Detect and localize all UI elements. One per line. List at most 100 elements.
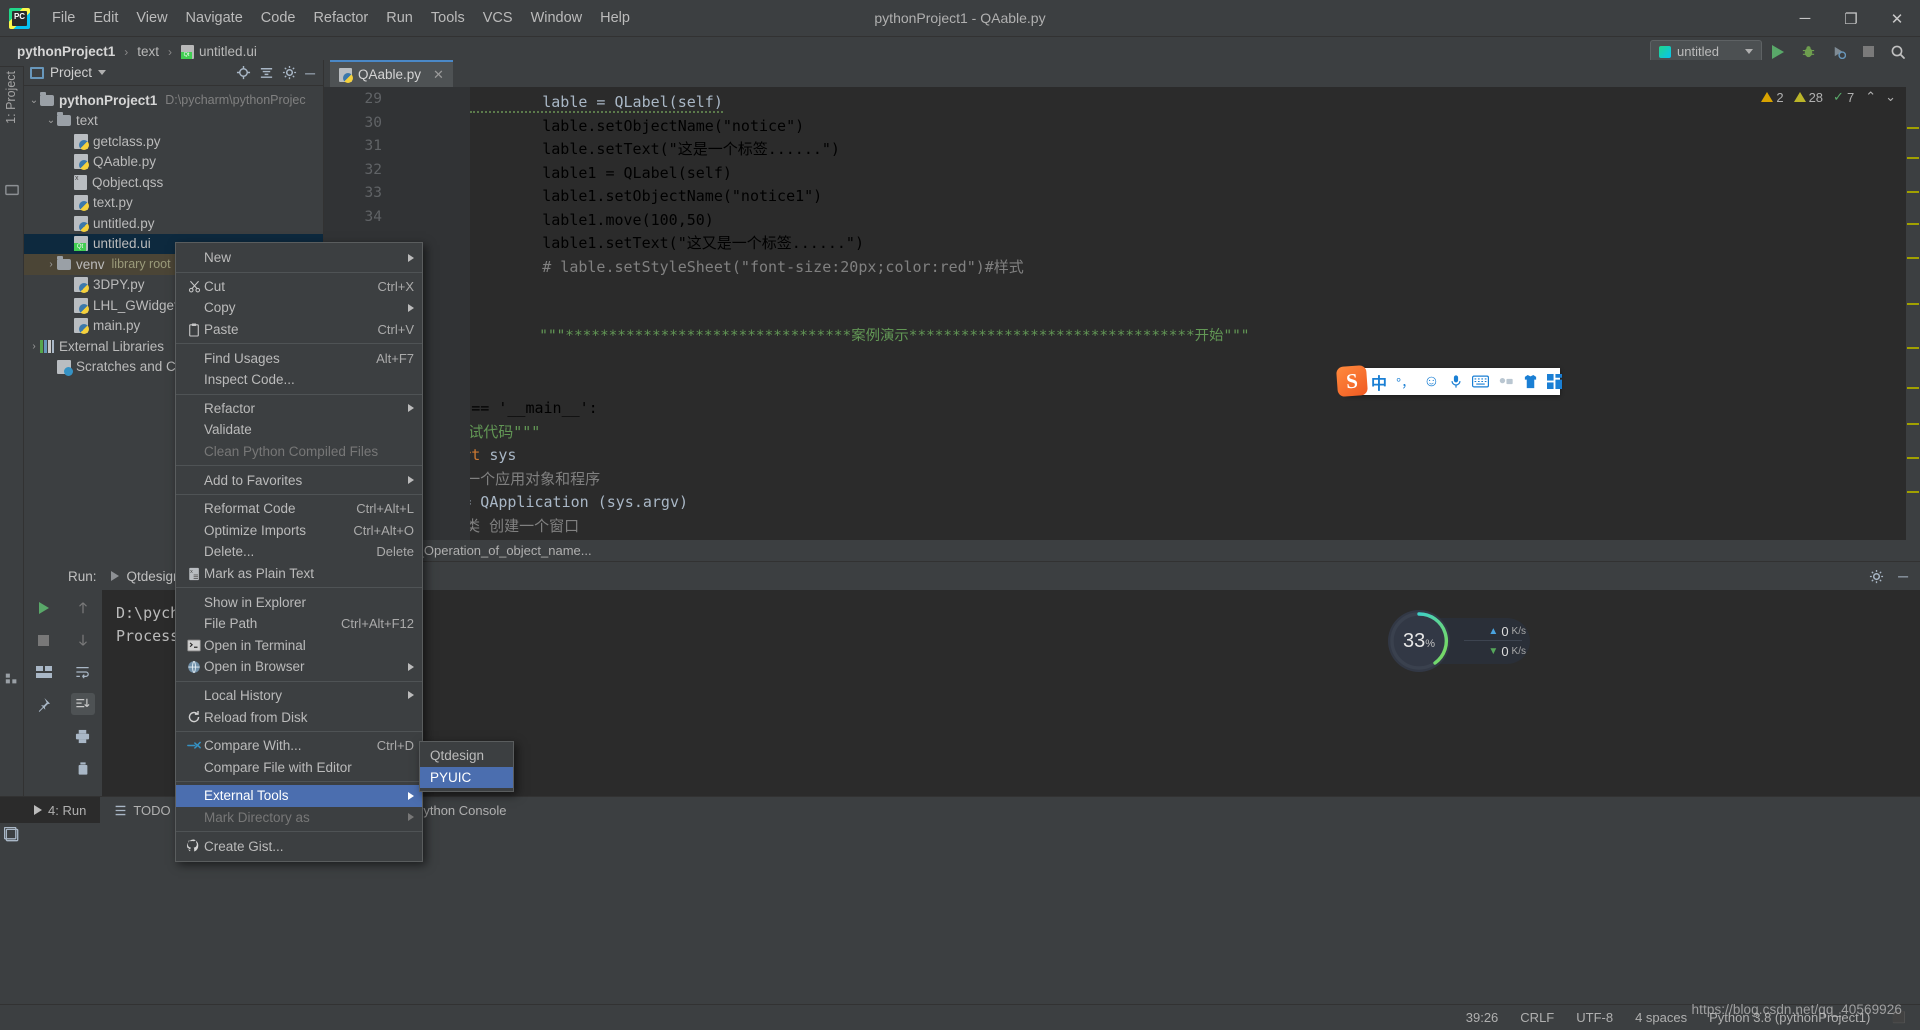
external-tools-submenu[interactable]: Qtdesign PYUIC (419, 741, 514, 793)
menu-item-delete[interactable]: Delete... Delete (176, 541, 422, 563)
up-button[interactable] (71, 597, 95, 619)
menu-item-compare-file-with-editor[interactable]: Compare File with Editor (176, 756, 422, 778)
scroll-to-end-button[interactable] (70, 693, 95, 715)
close-button[interactable]: ✕ (1874, 0, 1920, 37)
project-panel-actions[interactable]: ─ (236, 65, 323, 81)
expand-chevron-icon[interactable]: › (45, 259, 57, 270)
warnings-count[interactable]: 2 (1761, 90, 1784, 105)
layout-button[interactable] (32, 661, 56, 683)
inspection-scrollbar[interactable] (1906, 87, 1920, 540)
ime-mode-chinese[interactable]: 中 (1371, 370, 1387, 394)
menu-vcs[interactable]: VCS (474, 7, 522, 29)
gear-icon[interactable] (1869, 569, 1884, 584)
mic-icon[interactable] (1449, 374, 1463, 389)
main-menu-bar[interactable]: File Edit View Navigate Code Refactor Ru… (43, 7, 639, 29)
show-tool-windows-icon[interactable] (3, 826, 21, 849)
expand-chevron-icon[interactable]: ⌄ (28, 95, 40, 106)
prev-problem-icon[interactable]: ⌃ (1865, 89, 1876, 105)
chevron-down-icon[interactable] (98, 70, 107, 75)
expand-chevron-icon[interactable]: › (28, 341, 40, 352)
menu-item-paste[interactable]: Paste Ctrl+V (176, 319, 422, 341)
menu-item-mark-as-plain-text[interactable]: x Mark as Plain Text (176, 563, 422, 585)
file-context-menu[interactable]: New Cut Ctrl+X Copy Paste Ctrl+V Find Usages Al… (175, 242, 423, 862)
menu-item-reload-from-disk[interactable]: Reload from Disk (176, 706, 422, 728)
file-encoding[interactable]: UTF-8 (1576, 1010, 1613, 1025)
menu-item-compare-with[interactable]: Compare With... Ctrl+D (176, 735, 422, 757)
hide-panel-icon[interactable]: ─ (305, 65, 315, 81)
submenu-item-qtdesign[interactable]: Qtdesign (420, 745, 513, 767)
menu-item-copy[interactable]: Copy (176, 297, 422, 319)
menu-item-create-gist[interactable]: Create Gist... (176, 835, 422, 857)
menu-item-file-path[interactable]: File Path Ctrl+Alt+F12 (176, 613, 422, 635)
menu-item-optimize-imports[interactable]: Optimize Imports Ctrl+Alt+O (176, 520, 422, 542)
breadcrumb-folder[interactable]: text (134, 42, 162, 61)
menu-item-add-to-favorites[interactable]: Add to Favorites (176, 469, 422, 491)
menu-help[interactable]: Help (591, 7, 639, 29)
clear-button[interactable] (71, 757, 95, 779)
tree-item-qaable-py[interactable]: QAable.py (24, 152, 323, 173)
collapse-all-icon[interactable] (259, 65, 274, 80)
stop-button[interactable] (32, 629, 56, 651)
menu-edit[interactable]: Edit (84, 7, 127, 29)
submenu-item-pyuic[interactable]: PYUIC (420, 766, 513, 789)
tree-item-pythonproject1[interactable]: ⌄ pythonProject1 D:\pycharm\pythonProjec (24, 90, 323, 111)
menu-item-inspect-code[interactable]: Inspect Code... (176, 369, 422, 391)
menu-item-open-in-terminal[interactable]: Open in Terminal (176, 635, 422, 657)
menu-code[interactable]: Code (252, 7, 305, 29)
skin-icon[interactable] (1523, 374, 1538, 389)
pin-button[interactable] (32, 693, 56, 715)
apps-icon[interactable] (1546, 374, 1562, 389)
typos-count[interactable]: ✓ 7 (1833, 89, 1854, 105)
close-icon[interactable]: ✕ (433, 67, 444, 83)
print-button[interactable] (71, 725, 95, 747)
bottom-tab-todo[interactable]: TODO (100, 797, 184, 824)
menu-run[interactable]: Run (377, 7, 422, 29)
tree-item-untitled-py[interactable]: untitled.py (24, 213, 323, 234)
menu-item-open-in-browser[interactable]: Open in Browser (176, 656, 422, 678)
performance-widget[interactable]: 33% ▲ 0 K/s ▼ 0 K/s (1388, 610, 1530, 672)
menu-item-external-tools[interactable]: External Tools (176, 785, 422, 807)
minimize-button[interactable]: ─ (1782, 0, 1828, 37)
menu-item-refactor[interactable]: Refactor (176, 398, 422, 420)
menu-item-cut[interactable]: Cut Ctrl+X (176, 276, 422, 298)
editor-tab-qaable[interactable]: QAable.py ✕ (330, 60, 453, 87)
run-toolbar-col-2[interactable] (63, 590, 102, 796)
rerun-button[interactable] (32, 597, 56, 619)
menu-item-local-history[interactable]: Local History (176, 685, 422, 707)
weak-warnings-count[interactable]: 28 (1793, 90, 1823, 105)
run-toolbar-col-1[interactable] (24, 590, 63, 796)
down-button[interactable] (71, 629, 95, 651)
run-toolbar[interactable] (24, 590, 102, 796)
ime-punctuation-toggle[interactable]: °， (1396, 372, 1414, 391)
run-panel-actions[interactable]: ─ (1869, 568, 1920, 584)
ime-toolbar[interactable]: S 中 °， ☺ (1335, 364, 1562, 398)
menu-item-validate[interactable]: Validate (176, 419, 422, 441)
keyboard-icon[interactable] (1471, 375, 1489, 388)
inspection-summary[interactable]: 2 28 ✓ 7 ⌃ ⌄ (1761, 89, 1896, 105)
menu-item-show-in-explorer[interactable]: Show in Explorer (176, 591, 422, 613)
breadcrumb[interactable]: pythonProject1 › text › untitled.ui (14, 42, 260, 61)
soft-wrap-button[interactable] (71, 661, 95, 683)
tree-item-text-py[interactable]: text.py (24, 193, 323, 214)
bottom-tab-run[interactable]: 4: Run (0, 796, 101, 824)
menu-refactor[interactable]: Refactor (304, 7, 377, 29)
window-controls[interactable]: ─ ❐ ✕ (1782, 0, 1920, 37)
emoji-icon[interactable]: ☺ (1423, 373, 1439, 391)
maximize-button[interactable]: ❐ (1828, 0, 1874, 37)
editor-breadcrumbs[interactable]: ndow › QObjec_Operation_of_object_name..… (324, 540, 1920, 562)
hide-panel-icon[interactable]: ─ (1898, 568, 1908, 584)
caret-position[interactable]: 39:26 (1466, 1010, 1499, 1025)
sogou-logo-icon[interactable]: S (1335, 364, 1369, 398)
breadcrumb-project[interactable]: pythonProject1 (14, 42, 118, 61)
breadcrumb-file[interactable]: untitled.ui (178, 42, 260, 61)
menu-file[interactable]: File (43, 7, 84, 29)
menu-navigate[interactable]: Navigate (177, 7, 252, 29)
user-card-icon[interactable] (1498, 375, 1514, 388)
gear-icon[interactable] (282, 65, 297, 80)
menu-item-find-usages[interactable]: Find Usages Alt+F7 (176, 347, 422, 369)
menu-view[interactable]: View (127, 7, 176, 29)
expand-chevron-icon[interactable]: ⌄ (45, 115, 57, 126)
line-separator[interactable]: CRLF (1520, 1010, 1554, 1025)
next-problem-icon[interactable]: ⌄ (1885, 89, 1896, 105)
menu-item-reformat-code[interactable]: Reformat Code Ctrl+Alt+L (176, 498, 422, 520)
